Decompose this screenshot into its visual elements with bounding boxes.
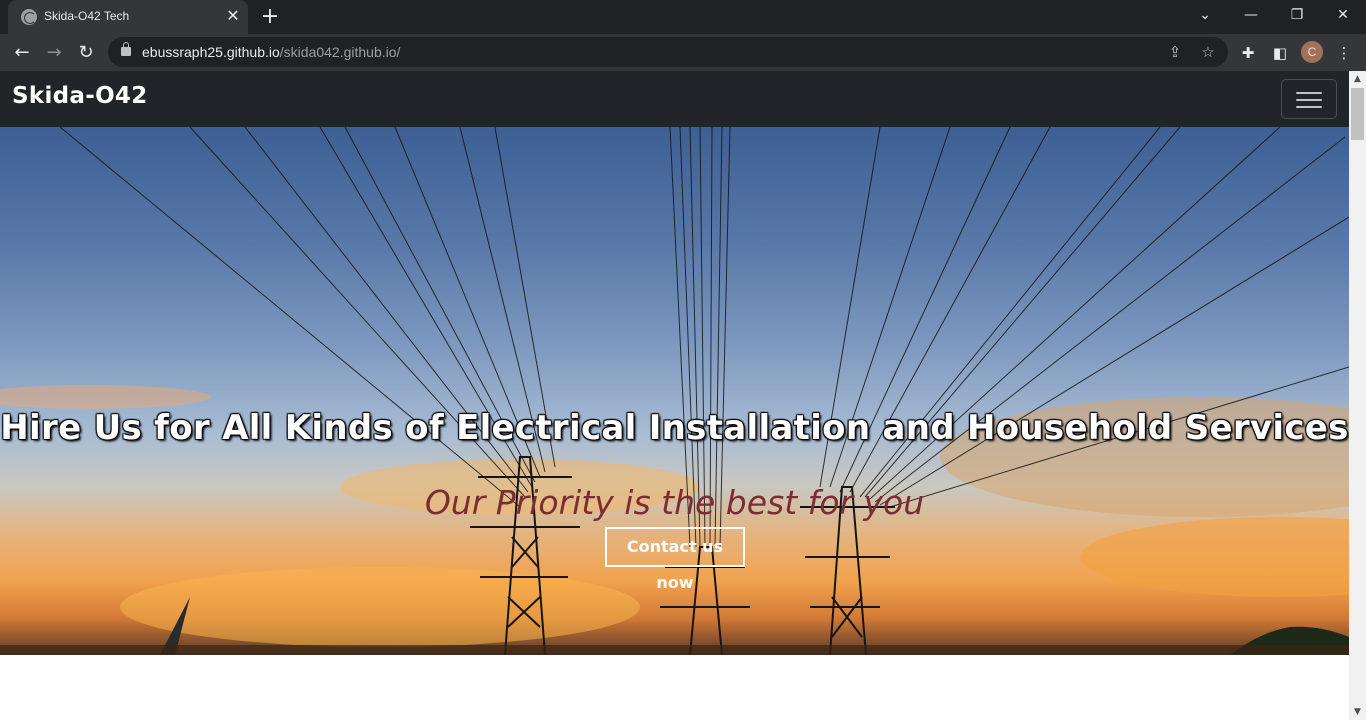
restore-button[interactable]: ❐: [1274, 0, 1320, 30]
browser-tab[interactable]: Skida-O42 Tech ✕: [8, 0, 248, 34]
url-text: ebussraph25.github.io/skida042.github.io…: [142, 44, 401, 60]
menu-kebab-icon[interactable]: ⋮: [1333, 42, 1355, 64]
share-icon[interactable]: ⇪: [1165, 42, 1185, 62]
scroll-up-arrow-icon[interactable]: ▲: [1349, 71, 1366, 87]
forward-button[interactable]: →: [41, 40, 67, 66]
new-tab-button[interactable]: +: [259, 6, 281, 28]
nav-toggle-button[interactable]: [1281, 79, 1337, 119]
side-panel-icon[interactable]: ◧: [1269, 42, 1291, 64]
hamburger-icon-bar: [1296, 99, 1322, 101]
browser-tab-strip: Skida-O42 Tech ✕ + ⌄ — ❐ ✕: [0, 0, 1366, 34]
tab-title: Skida-O42 Tech: [44, 9, 130, 23]
close-window-button[interactable]: ✕: [1320, 0, 1366, 30]
hamburger-icon-bar: [1296, 92, 1322, 94]
profile-avatar[interactable]: C: [1301, 41, 1323, 63]
site-navbar: Skida-O42: [0, 71, 1349, 127]
page-scrollbar[interactable]: ▲ ▼: [1349, 71, 1366, 720]
address-bar[interactable]: ebussraph25.github.io/skida042.github.io…: [108, 37, 1228, 67]
site-brand[interactable]: Skida-O42: [12, 83, 148, 109]
close-tab-icon[interactable]: ✕: [224, 7, 242, 25]
lock-icon[interactable]: [121, 42, 131, 56]
contact-us-button[interactable]: Contact us now: [605, 527, 745, 592]
hero-title: Hire Us for All Kinds of Electrical Inst…: [0, 408, 1349, 448]
reload-button[interactable]: ↻: [73, 40, 99, 66]
browser-toolbar: ← → ↻ ebussraph25.github.io/skida042.git…: [0, 34, 1366, 71]
globe-icon: [21, 9, 37, 25]
scrollbar-thumb[interactable]: [1351, 88, 1364, 140]
back-button[interactable]: ←: [9, 40, 35, 66]
hero-section: Hire Us for All Kinds of Electrical Inst…: [0, 127, 1349, 655]
extensions-icon[interactable]: ✚: [1237, 42, 1259, 64]
bookmark-star-icon[interactable]: ☆: [1198, 42, 1218, 62]
tab-search-icon[interactable]: ⌄: [1182, 0, 1228, 30]
page-viewport: Skida-O42 Hire Us for All Kinds of Elect…: [0, 71, 1366, 720]
hamburger-icon-bar: [1296, 106, 1322, 108]
hero-subtitle: Our Priority is the best for you: [424, 483, 925, 522]
minimize-button[interactable]: —: [1228, 0, 1274, 30]
scroll-down-arrow-icon[interactable]: ▼: [1349, 704, 1366, 720]
